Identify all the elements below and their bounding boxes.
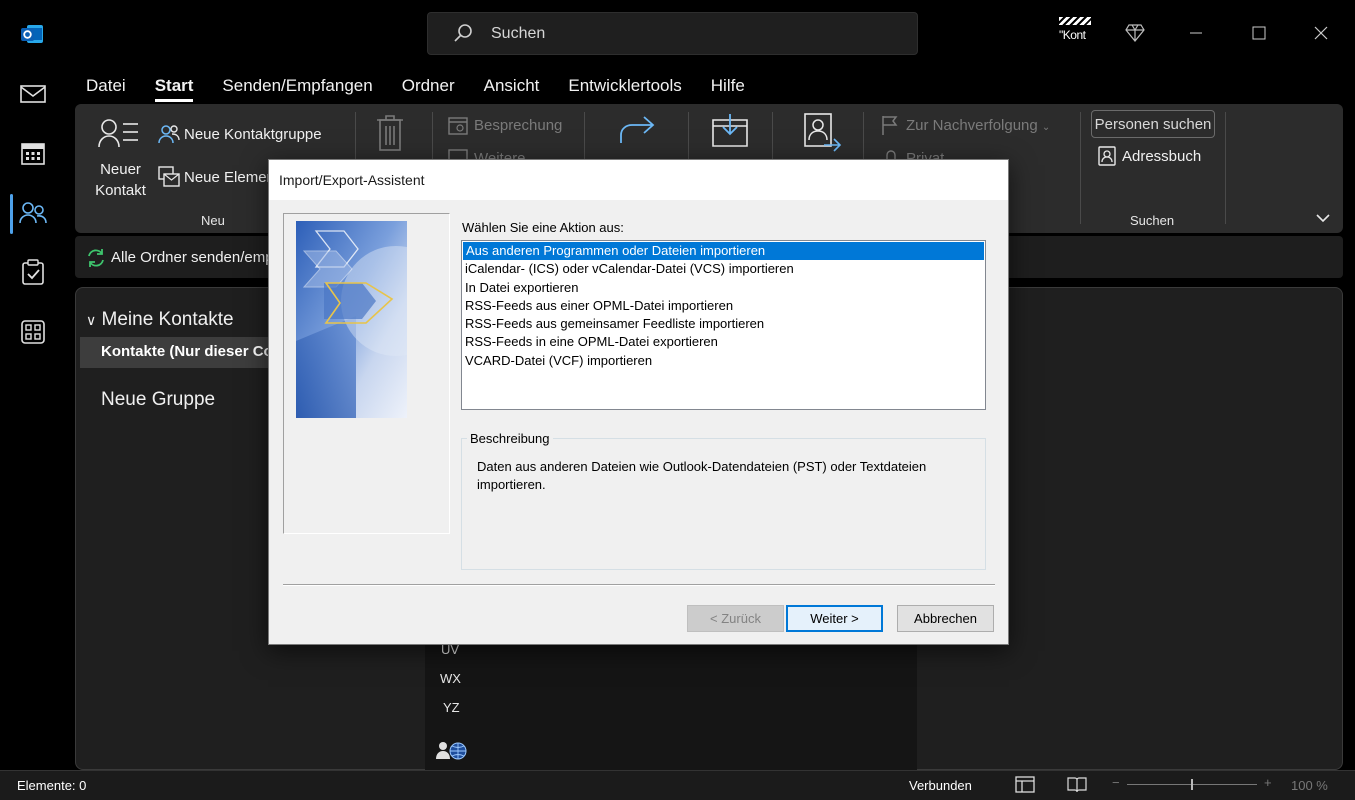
status-bar: Elemente: 0 Verbunden − + 100 % xyxy=(0,770,1355,800)
connection-status: Verbunden xyxy=(909,778,972,793)
ribbon-separator xyxy=(772,112,773,162)
premium-diamond-icon[interactable] xyxy=(1122,20,1148,46)
follow-up-button[interactable]: Zur Nachverfolgung ⌄ xyxy=(906,117,1050,134)
ribbon-separator xyxy=(584,112,585,162)
new-contact-label-2: Kontakt xyxy=(95,182,146,199)
item-count: Elemente: 0 xyxy=(17,778,87,793)
new-items-button[interactable]: Neue Elemente xyxy=(184,169,270,186)
tab-start[interactable]: Start xyxy=(154,76,194,102)
delete-icon[interactable] xyxy=(376,114,404,157)
sync-icon xyxy=(85,247,107,274)
zoom-in-icon[interactable]: + xyxy=(1264,775,1272,790)
flag-icon xyxy=(881,115,899,140)
ribbon-separator xyxy=(1225,112,1226,224)
reading-view-icon[interactable] xyxy=(1067,776,1087,796)
private-button[interactable]: Privat xyxy=(906,150,944,159)
folder-item-contacts[interactable]: Kontakte (Nur dieser Computer) xyxy=(80,337,329,368)
meeting-icon xyxy=(448,115,468,140)
description-label: Beschreibung xyxy=(467,431,553,446)
contact-list-pane xyxy=(425,640,917,770)
close-icon[interactable] xyxy=(1308,20,1334,46)
chevron-down-icon: ⌄ xyxy=(1041,122,1051,133)
alpha-index-yz[interactable]: YZ xyxy=(443,700,460,715)
share-contact-icon[interactable] xyxy=(802,112,842,157)
folder-item-new-group[interactable]: Neue Gruppe xyxy=(101,389,215,411)
action-item-import-rss-shared[interactable]: RSS-Feeds aus gemeinsamer Feedliste impo… xyxy=(462,315,985,333)
follow-up-label: Zur Nachverfolgung xyxy=(906,117,1038,134)
outlook-logo-icon xyxy=(20,22,44,46)
dialog-title: Import/Export-Assistent xyxy=(279,172,425,188)
new-contact-button[interactable]: Neuer Kontakt xyxy=(93,159,148,201)
dialog-title-bar: Import/Export-Assistent xyxy=(269,160,1008,200)
ribbon-separator xyxy=(1080,112,1081,224)
rail-active-indicator xyxy=(10,194,13,234)
zoom-slider-thumb[interactable] xyxy=(1191,779,1193,790)
search-icon xyxy=(452,23,474,50)
menu-tabs: Datei Start Senden/Empfangen Ordner Ansi… xyxy=(86,76,774,102)
next-button[interactable]: Weiter > xyxy=(786,605,883,632)
minimize-icon[interactable] xyxy=(1183,20,1209,46)
send-receive-all-button[interactable]: Alle Ordner senden/empfangen xyxy=(111,249,269,266)
tab-datei[interactable]: Datei xyxy=(86,76,126,102)
action-item-import-vcard[interactable]: VCARD-Datei (VCF) importieren xyxy=(462,352,985,370)
new-contact-icon xyxy=(98,118,140,153)
action-prompt: Wählen Sie eine Aktion aus: xyxy=(462,220,624,235)
action-item-export-rss-opml[interactable]: RSS-Feeds in eine OPML-Datei exportieren xyxy=(462,333,985,351)
alpha-index-wx[interactable]: WX xyxy=(440,671,461,686)
group-label-new: Neu xyxy=(201,213,225,228)
new-contact-group-button[interactable]: Neue Kontaktgruppe xyxy=(184,126,322,143)
people-icon[interactable] xyxy=(19,199,47,227)
forward-arrow-icon[interactable] xyxy=(618,115,656,156)
new-contact-label-1: Neuer xyxy=(100,161,141,178)
dialog-separator xyxy=(283,584,995,586)
search-placeholder: Suchen xyxy=(491,25,546,42)
description-text: Daten aus anderen Dateien wie Outlook-Da… xyxy=(477,459,927,492)
action-item-import-ical[interactable]: iCalendar- (ICS) oder vCalendar-Datei (V… xyxy=(462,260,985,278)
apps-icon[interactable] xyxy=(19,318,47,346)
more-button[interactable]: Weitere xyxy=(474,150,525,159)
ribbon-separator xyxy=(863,112,864,162)
maximize-icon[interactable] xyxy=(1246,20,1272,46)
action-item-export-file[interactable]: In Datei exportieren xyxy=(462,279,985,297)
profile-label: "Kont xyxy=(1059,28,1086,42)
contact-group-icon xyxy=(158,124,180,149)
tab-ansicht[interactable]: Ansicht xyxy=(484,76,540,102)
meeting-button[interactable]: Besprechung xyxy=(474,117,562,134)
profile-stripes xyxy=(1059,17,1091,25)
action-item-import-programs[interactable]: Aus anderen Programmen oder Dateien impo… xyxy=(463,242,984,261)
find-people-button[interactable]: Personen suchen xyxy=(1091,110,1215,138)
tasks-icon[interactable] xyxy=(19,258,47,286)
move-to-folder-icon[interactable] xyxy=(711,112,749,155)
chevron-down-icon: ∨ xyxy=(86,312,97,328)
cancel-button[interactable]: Abbrechen xyxy=(897,605,994,632)
tab-entwicklertools[interactable]: Entwicklertools xyxy=(568,76,681,102)
import-export-dialog: Import/Export-Assistent Wählen Sie eine … xyxy=(268,159,1009,645)
ribbon-collapse-chevron-icon[interactable] xyxy=(1316,210,1330,228)
mail-icon[interactable] xyxy=(19,80,47,108)
my-contacts-label: Meine Kontakte xyxy=(101,309,234,330)
contact-globe-icon[interactable] xyxy=(435,739,467,766)
zoom-level: 100 % xyxy=(1291,778,1328,793)
search-box[interactable]: Suchen xyxy=(427,12,918,55)
group-label-find: Suchen xyxy=(1130,213,1175,228)
ribbon-separator xyxy=(688,112,689,162)
profile-badge[interactable]: "Kont xyxy=(1059,17,1091,47)
address-book-button[interactable]: Adressbuch xyxy=(1122,148,1201,165)
calendar-icon[interactable] xyxy=(19,139,47,167)
tab-ordner[interactable]: Ordner xyxy=(402,76,455,102)
new-items-icon xyxy=(158,166,180,193)
zoom-out-icon[interactable]: − xyxy=(1112,775,1120,790)
back-button[interactable]: < Zurück xyxy=(687,605,784,632)
my-contacts-header[interactable]: ∨ Meine Kontakte xyxy=(86,309,234,331)
wizard-illustration xyxy=(296,221,451,418)
normal-view-icon[interactable] xyxy=(1015,776,1035,796)
tab-senden-empfangen[interactable]: Senden/Empfangen xyxy=(222,76,372,102)
address-book-icon xyxy=(1098,146,1116,171)
tab-hilfe[interactable]: Hilfe xyxy=(711,76,745,102)
action-item-import-rss-opml[interactable]: RSS-Feeds aus einer OPML-Datei importier… xyxy=(462,297,985,315)
action-list[interactable]: Aus anderen Programmen oder Dateien impo… xyxy=(461,240,986,410)
